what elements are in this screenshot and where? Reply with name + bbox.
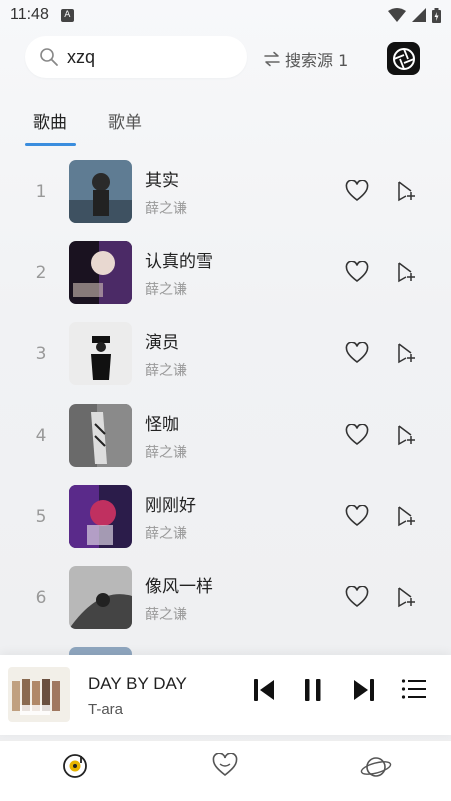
- album-cover: [69, 241, 132, 304]
- bottom-navigation: [0, 740, 451, 801]
- wifi-icon: [388, 8, 406, 22]
- search-box[interactable]: xzq: [25, 36, 247, 78]
- song-row[interactable]: 2 认真的雪 薛之谦: [0, 241, 451, 307]
- song-title: 刚刚好: [145, 496, 196, 516]
- album-cover: [69, 322, 132, 385]
- swap-icon: [264, 51, 280, 67]
- tab-indicator: [25, 143, 76, 146]
- search-source-label: 搜索源 1: [285, 51, 349, 70]
- song-artist: 薛之谦: [145, 607, 187, 623]
- song-title: 其实: [145, 171, 179, 191]
- add-to-playlist-icon[interactable]: [397, 342, 417, 364]
- favorite-heart-icon[interactable]: [345, 180, 369, 202]
- song-artist: 薛之谦: [145, 445, 187, 461]
- song-artist: 薛之谦: [145, 526, 187, 542]
- add-to-playlist-icon[interactable]: [397, 505, 417, 527]
- tab-playlists[interactable]: 歌单: [108, 108, 142, 133]
- search-source-switch[interactable]: 搜索源 1: [263, 47, 348, 71]
- favorite-heart-icon[interactable]: [345, 342, 369, 364]
- heart-icon[interactable]: [212, 753, 238, 777]
- album-cover: [69, 566, 132, 629]
- album-cover: [69, 404, 132, 467]
- favorite-heart-icon[interactable]: [345, 505, 369, 527]
- next-icon[interactable]: [352, 677, 376, 703]
- song-row[interactable]: 1 其实 薛之谦: [0, 160, 451, 226]
- favorite-heart-icon[interactable]: [345, 424, 369, 446]
- song-artist: 薛之谦: [145, 363, 187, 379]
- song-index: 3: [35, 344, 47, 364]
- notification-icon: A: [60, 8, 74, 22]
- now-playing-title: DAY BY DAY: [88, 674, 187, 693]
- music-disc-icon[interactable]: [62, 753, 88, 779]
- add-to-playlist-icon[interactable]: [397, 586, 417, 608]
- status-icons: [388, 7, 441, 23]
- song-row[interactable]: 4 怪咖 薛之谦: [0, 404, 451, 470]
- search-icon: [40, 48, 58, 66]
- playlist-queue-icon[interactable]: [401, 677, 427, 701]
- album-cover: [69, 160, 132, 223]
- signal-icon: [412, 8, 426, 22]
- status-time: 11:48: [10, 6, 49, 23]
- song-index: 6: [35, 588, 47, 608]
- song-title: 演员: [145, 333, 179, 353]
- aperture-icon: [392, 47, 415, 70]
- favorite-heart-icon[interactable]: [345, 261, 369, 283]
- favorite-heart-icon[interactable]: [345, 586, 369, 608]
- song-index: 1: [35, 182, 47, 202]
- song-title: 像风一样: [145, 577, 213, 597]
- now-playing-bar[interactable]: DAY BY DAY T-ara: [0, 655, 451, 735]
- album-cover: [69, 485, 132, 548]
- now-playing-artist: T-ara: [88, 701, 124, 718]
- add-to-playlist-icon[interactable]: [397, 180, 417, 202]
- album-cover-partial: [69, 647, 132, 655]
- song-artist: 薛之谦: [145, 201, 187, 217]
- add-to-playlist-icon[interactable]: [397, 261, 417, 283]
- pause-icon[interactable]: [303, 677, 323, 703]
- song-title: 怪咖: [145, 415, 179, 435]
- song-row[interactable]: 6 像风一样 薛之谦: [0, 566, 451, 632]
- battery-icon: [432, 7, 441, 23]
- planet-icon[interactable]: [360, 753, 392, 781]
- song-index: 4: [35, 426, 47, 446]
- status-bar: 11:48 A: [0, 0, 451, 30]
- song-artist: 薛之谦: [145, 282, 187, 298]
- song-title: 认真的雪: [145, 252, 213, 272]
- song-row[interactable]: 5 刚刚好 薛之谦: [0, 485, 451, 551]
- tab-songs[interactable]: 歌曲: [33, 108, 67, 133]
- song-index: 5: [35, 507, 47, 527]
- now-playing-cover: [8, 667, 70, 722]
- song-row[interactable]: 3 演员 薛之谦: [0, 322, 451, 388]
- song-index: 2: [35, 263, 47, 283]
- app-logo-button[interactable]: [387, 42, 420, 75]
- add-to-playlist-icon[interactable]: [397, 424, 417, 446]
- search-input[interactable]: xzq: [67, 47, 95, 68]
- previous-icon[interactable]: [252, 677, 276, 703]
